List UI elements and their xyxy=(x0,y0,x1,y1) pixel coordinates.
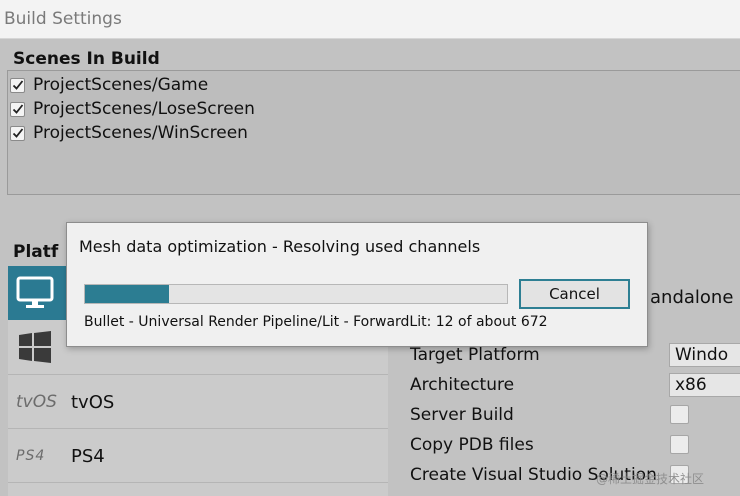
progress-dialog: Mesh data optimization - Resolving used … xyxy=(66,222,648,347)
checkmark-icon xyxy=(12,80,23,90)
platform-item-tvos[interactable]: tvOS tvOS xyxy=(8,374,388,429)
scene-item[interactable]: ProjectScenes/Game xyxy=(10,73,208,97)
scenes-list: ProjectScenes/Game ProjectScenes/LoseScr… xyxy=(7,70,740,195)
tvos-icon: tvOS xyxy=(16,392,57,412)
platform-settings-title: andalone xyxy=(650,287,734,308)
scene-checkbox[interactable] xyxy=(10,77,25,93)
platform-name: tvOS xyxy=(71,391,115,413)
scene-checkbox[interactable] xyxy=(10,125,25,141)
checkmark-icon xyxy=(12,128,23,138)
platform-name: PS4 xyxy=(71,445,105,467)
progress-fill xyxy=(85,285,170,303)
target-platform-label: Target Platform xyxy=(410,345,540,365)
window-title: Build Settings xyxy=(4,9,122,29)
title-bar: Build Settings xyxy=(0,0,740,39)
scene-item[interactable]: ProjectScenes/LoseScreen xyxy=(10,97,255,121)
checkmark-icon xyxy=(12,104,23,114)
progress-bar xyxy=(84,284,508,304)
windows-icon xyxy=(19,331,51,363)
cancel-button[interactable]: Cancel xyxy=(519,279,630,309)
scene-label: ProjectScenes/WinScreen xyxy=(33,123,248,143)
architecture-dropdown[interactable]: x86 xyxy=(669,373,740,397)
dialog-status: Bullet - Universal Render Pipeline/Lit -… xyxy=(84,314,548,330)
server-build-label: Server Build xyxy=(410,405,514,425)
copy-pdb-label: Copy PDB files xyxy=(410,435,534,455)
watermark: @稀土掘金技术社区 xyxy=(596,472,705,486)
scene-label: ProjectScenes/LoseScreen xyxy=(33,99,255,119)
platform-item-ps4[interactable]: PS4 PS4 xyxy=(8,428,388,483)
ps4-icon: PS4 xyxy=(16,448,46,464)
scenes-in-build-header: Scenes In Build xyxy=(13,49,160,69)
architecture-label: Architecture xyxy=(410,375,515,395)
target-platform-dropdown[interactable]: Windo xyxy=(669,343,740,367)
platform-item-partial[interactable] xyxy=(8,482,388,496)
scene-label: ProjectScenes/Game xyxy=(33,75,209,95)
scene-item[interactable]: ProjectScenes/WinScreen xyxy=(10,121,248,145)
server-build-checkbox[interactable] xyxy=(670,405,689,424)
monitor-icon xyxy=(16,276,54,308)
copy-pdb-checkbox[interactable] xyxy=(670,435,689,454)
scene-checkbox[interactable] xyxy=(10,101,25,117)
platform-header: Platf xyxy=(13,242,59,262)
dialog-title: Mesh data optimization - Resolving used … xyxy=(79,237,481,256)
